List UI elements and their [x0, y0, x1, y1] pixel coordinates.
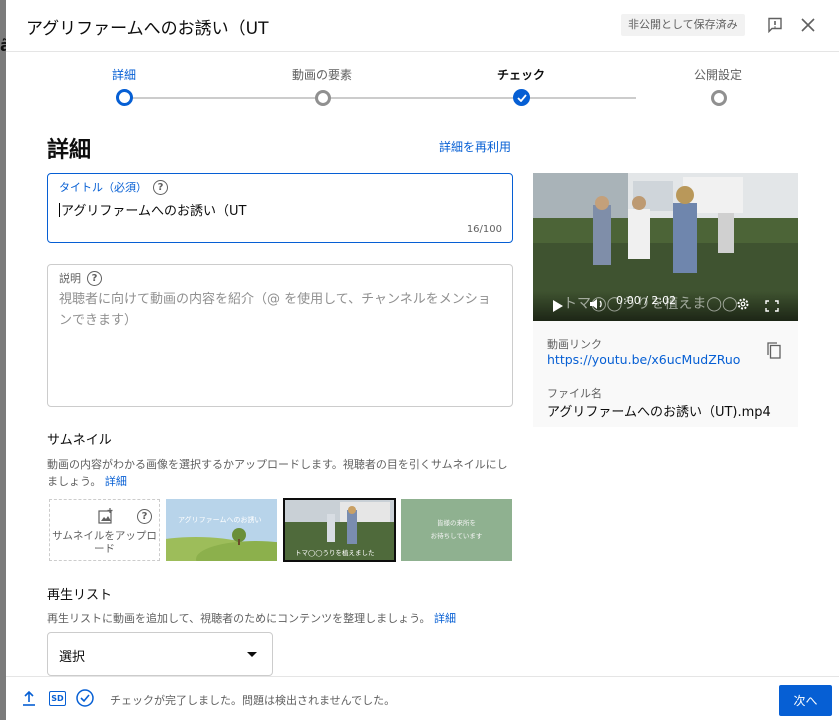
- playlist-select[interactable]: 選択: [47, 632, 273, 676]
- upload-icon[interactable]: [22, 690, 36, 710]
- video-time: 0:00 / 2:02: [616, 294, 677, 307]
- settings-gear-icon[interactable]: [736, 296, 750, 315]
- step-video-elements-dot[interactable]: [315, 90, 331, 106]
- description-field[interactable]: 説明 ? 視聴者に向けて動画の内容を紹介（@ を使用して、チャンネルをメンション…: [47, 264, 513, 407]
- dropdown-arrow-icon: [247, 652, 257, 657]
- thumbnail-caption: トマ◯◯うりを植えました: [295, 549, 375, 557]
- stepper-line: [132, 97, 636, 99]
- volume-icon[interactable]: [589, 296, 605, 315]
- sd-quality-icon[interactable]: SD: [49, 691, 66, 706]
- thumbnail-description: 動画の内容がわかる画像を選択するかアップロードします。視聴者の目を引くサムネイル…: [47, 458, 508, 488]
- playlist-select-value: 選択: [59, 650, 86, 665]
- upload-dialog: アグリファームへのお誘い（UT 非公開として保存済み 詳細 動画の要素 チェック…: [6, 0, 839, 720]
- thumbnail-option-2-selected[interactable]: トマ◯◯うりを植えました: [283, 498, 396, 562]
- next-button[interactable]: 次へ: [779, 685, 832, 716]
- thumbnail-more-link[interactable]: 詳細: [105, 475, 127, 488]
- step-checks[interactable]: チェック: [461, 66, 581, 83]
- reuse-details-link[interactable]: 詳細を再利用: [439, 138, 511, 155]
- description-input[interactable]: 視聴者に向けて動画の内容を紹介（@ を使用して、チャンネルをメンションできます）: [59, 289, 502, 331]
- video-side-panel: トマ◯◯うりを植えま◯◯ 0:00 / 2:02 動画リンク https://y…: [533, 173, 798, 427]
- step-visibility-dot[interactable]: [711, 90, 727, 106]
- playlist-more-link[interactable]: 詳細: [434, 612, 456, 625]
- video-preview[interactable]: トマ◯◯うりを植えま◯◯ 0:00 / 2:02: [533, 173, 798, 321]
- dialog-header: アグリファームへのお誘い（UT 非公開として保存済み: [6, 0, 839, 52]
- file-name: アグリファームへのお誘い（UT).mp4: [547, 405, 771, 420]
- playlist-description: 再生リストに動画を追加して、視聴者のためにコンテンツを整理しましょう。 詳細: [47, 612, 456, 625]
- title-field-label: タイトル（必須） ?: [59, 179, 168, 195]
- help-icon[interactable]: ?: [137, 509, 152, 524]
- dialog-footer: SD チェックが完了しました。問題は検出されませんでした。 次へ: [6, 676, 839, 720]
- upload-thumbnail-button[interactable]: ? サムネイルをアップロード: [49, 499, 160, 561]
- title-char-counter: 16/100: [466, 224, 502, 235]
- progress-stepper: 詳細 動画の要素 チェック 公開設定: [6, 52, 839, 114]
- thumbnail-heading: サムネイル: [47, 433, 112, 448]
- close-icon[interactable]: [797, 14, 819, 36]
- thumbnail-caption: アグリファームへのお誘い: [178, 516, 262, 524]
- add-image-icon: [98, 508, 114, 528]
- footer-status-message: チェックが完了しました。問題は検出されませんでした。: [110, 694, 396, 707]
- fullscreen-icon[interactable]: [765, 297, 779, 316]
- video-link[interactable]: https://youtu.be/x6ucMudZRuo: [547, 352, 740, 367]
- step-details-dot[interactable]: [116, 89, 133, 106]
- upload-thumbnail-label: サムネイルをアップロード: [52, 530, 157, 555]
- thumbnail-caption: 皆様の来所を お待ちしています: [430, 519, 483, 540]
- help-icon[interactable]: ?: [153, 179, 168, 195]
- title-field[interactable]: タイトル（必須） ? アグリファームへのお誘い（UT 16/100: [47, 173, 513, 243]
- checks-complete-icon[interactable]: [76, 689, 94, 711]
- step-visibility[interactable]: 公開設定: [658, 66, 778, 83]
- copy-icon[interactable]: [767, 342, 781, 363]
- save-status-badge: 非公開として保存済み: [621, 14, 745, 36]
- playlist-heading: 再生リスト: [47, 588, 113, 603]
- title-input[interactable]: アグリファームへのお誘い（UT: [59, 200, 246, 219]
- video-link-label: 動画リンク: [547, 338, 602, 351]
- step-checks-check-icon[interactable]: [513, 89, 530, 106]
- thumbnail-option-1[interactable]: アグリファームへのお誘い: [166, 499, 277, 561]
- details-content: 詳細 詳細を再利用 タイトル（必須） ? アグリファームへのお誘い（UT 16/…: [6, 114, 839, 676]
- thumbnail-option-3[interactable]: 皆様の来所を お待ちしています: [401, 499, 512, 561]
- help-icon[interactable]: ?: [87, 270, 102, 286]
- dialog-title: アグリファームへのお誘い（UT: [26, 19, 269, 39]
- step-video-elements[interactable]: 動画の要素: [262, 66, 382, 83]
- details-heading: 詳細: [47, 138, 92, 163]
- file-name-label: ファイル名: [547, 387, 602, 400]
- description-field-label: 説明 ?: [59, 270, 102, 286]
- step-details[interactable]: 詳細: [64, 66, 184, 83]
- feedback-icon[interactable]: [764, 14, 786, 36]
- play-icon[interactable]: [553, 297, 563, 316]
